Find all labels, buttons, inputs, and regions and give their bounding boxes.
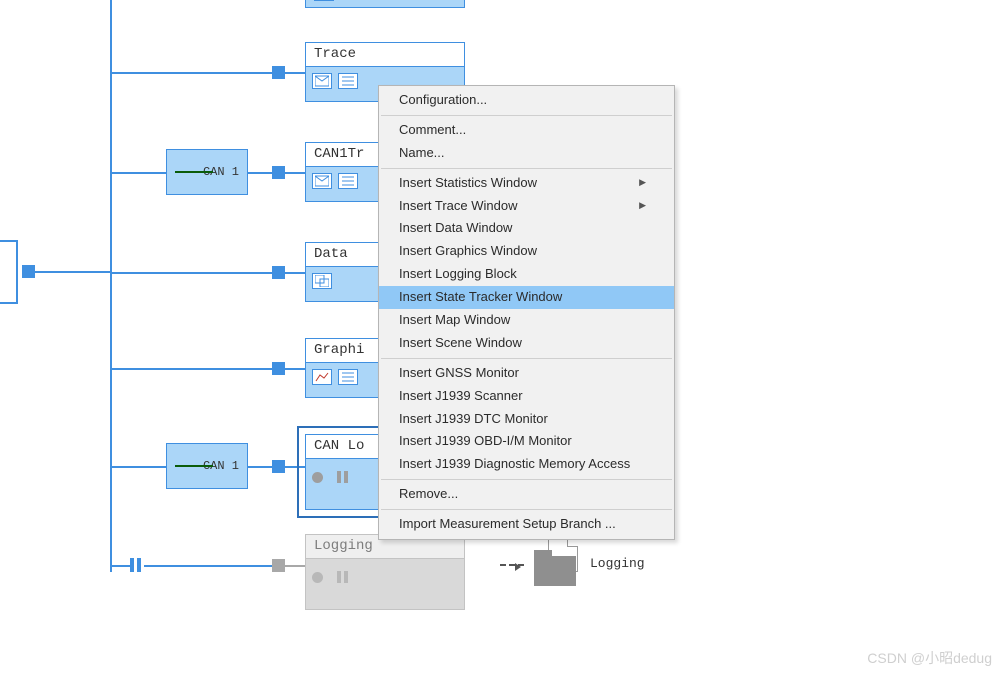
menu-item-label: Import Measurement Setup Branch ... [399, 516, 616, 533]
menu-item-label: Configuration... [399, 92, 487, 109]
block-top-partial[interactable] [305, 0, 465, 8]
list-icon [338, 73, 358, 89]
menu-item[interactable]: Insert J1939 Scanner [379, 385, 674, 408]
menu-item-label: Insert Logging Block [399, 266, 517, 283]
conn-canlog [272, 460, 285, 473]
conn-trace [272, 66, 285, 79]
conn-data [272, 266, 285, 279]
submenu-arrow-icon: ▶ [639, 177, 646, 189]
wire-row-canlog-b [248, 466, 272, 468]
menu-item-label: Insert J1939 DTC Monitor [399, 411, 548, 428]
wire-row-data [110, 272, 272, 274]
menu-item-label: Insert J1939 OBD-I/M Monitor [399, 433, 572, 450]
menu-item-label: Insert State Tracker Window [399, 289, 562, 306]
pause-icon[interactable] [337, 571, 348, 583]
conn-log [272, 559, 285, 572]
break-icon[interactable] [130, 558, 142, 572]
menu-separator [381, 479, 672, 480]
can-line-icon [175, 465, 213, 467]
conn-graph [272, 362, 285, 375]
wire-row-can1tr-a [110, 172, 166, 174]
root-node[interactable] [0, 240, 18, 304]
menu-item[interactable]: Configuration... [379, 89, 674, 112]
wire-row-trace2 [285, 72, 305, 74]
menu-item[interactable]: Name... [379, 142, 674, 165]
record-icon[interactable] [312, 572, 323, 583]
conn-can1tr [272, 166, 285, 179]
pause-icon[interactable] [337, 471, 348, 483]
wire-row-log2 [144, 565, 272, 567]
chart-icon [312, 369, 332, 385]
menu-item-label: Insert J1939 Diagnostic Memory Access [399, 456, 630, 473]
menu-item[interactable]: Import Measurement Setup Branch ... [379, 513, 674, 536]
context-menu[interactable]: Configuration... Comment... Name... Insert … [378, 85, 675, 540]
menu-item-label: Insert GNSS Monitor [399, 365, 519, 382]
can-tag-1[interactable]: CAN 1 [166, 149, 248, 195]
menu-separator [381, 168, 672, 169]
menu-item[interactable]: Insert J1939 Diagnostic Memory Access [379, 453, 674, 476]
menu-item-label: Insert Trace Window [399, 198, 518, 215]
envelope-icon [312, 73, 332, 89]
list-icon [338, 173, 358, 189]
menu-item[interactable]: Insert State Tracker Window [379, 286, 674, 309]
envelope-icon [312, 173, 332, 189]
menu-separator [381, 115, 672, 116]
can-tag-2[interactable]: CAN 1 [166, 443, 248, 489]
record-icon[interactable] [312, 472, 323, 483]
wire-row-log [110, 565, 130, 567]
wire-row-graph2 [285, 368, 305, 370]
menu-item[interactable]: Insert Data Window [379, 217, 674, 240]
wire-row-data2 [285, 272, 305, 274]
wire-row-trace [110, 72, 272, 74]
watermark: CSDN @小昭dedug [867, 648, 992, 668]
menu-item-label: Remove... [399, 486, 458, 503]
block-logging[interactable]: Logging [305, 534, 465, 610]
wire-spine [110, 0, 112, 572]
output-label-logging: Logging [590, 556, 645, 571]
menu-item[interactable]: Insert Statistics Window ▶ [379, 172, 674, 195]
can-line-icon [175, 171, 213, 173]
menu-separator [381, 358, 672, 359]
wire-row-log3 [285, 565, 305, 567]
list-icon [338, 369, 358, 385]
wire-row-canlog-a [110, 466, 166, 468]
menu-item-label: Insert Map Window [399, 312, 510, 329]
menu-item[interactable]: Insert GNSS Monitor [379, 362, 674, 385]
arrow-logging-out [500, 564, 524, 566]
menu-item-label: Insert Data Window [399, 220, 512, 237]
menu-item-label: Comment... [399, 122, 466, 139]
folder-icon [534, 556, 576, 586]
menu-item-label: Name... [399, 145, 445, 162]
menu-item[interactable]: Insert J1939 OBD-I/M Monitor [379, 430, 674, 453]
wire-row-graph [110, 368, 272, 370]
menu-item[interactable]: Remove... [379, 483, 674, 506]
menu-item[interactable]: Comment... [379, 119, 674, 142]
wire-row-can1tr-c [285, 172, 305, 174]
wire-row-can1tr-b [248, 172, 272, 174]
menu-item[interactable]: Insert Graphics Window [379, 240, 674, 263]
block-title: Trace [306, 43, 464, 67]
wire-bus [34, 271, 112, 273]
menu-item[interactable]: Insert Trace Window ▶ [379, 195, 674, 218]
menu-item-label: Insert Graphics Window [399, 243, 537, 260]
menu-item[interactable]: Insert Map Window [379, 309, 674, 332]
menu-item[interactable]: Insert Scene Window [379, 332, 674, 355]
menu-item[interactable]: Insert Logging Block [379, 263, 674, 286]
menu-item-label: Insert Scene Window [399, 335, 522, 352]
submenu-arrow-icon: ▶ [639, 200, 646, 212]
menu-item[interactable]: Insert J1939 DTC Monitor [379, 408, 674, 431]
menu-item-label: Insert Statistics Window [399, 175, 537, 192]
overlap-icon [312, 273, 332, 289]
menu-item-label: Insert J1939 Scanner [399, 388, 523, 405]
menu-separator [381, 509, 672, 510]
